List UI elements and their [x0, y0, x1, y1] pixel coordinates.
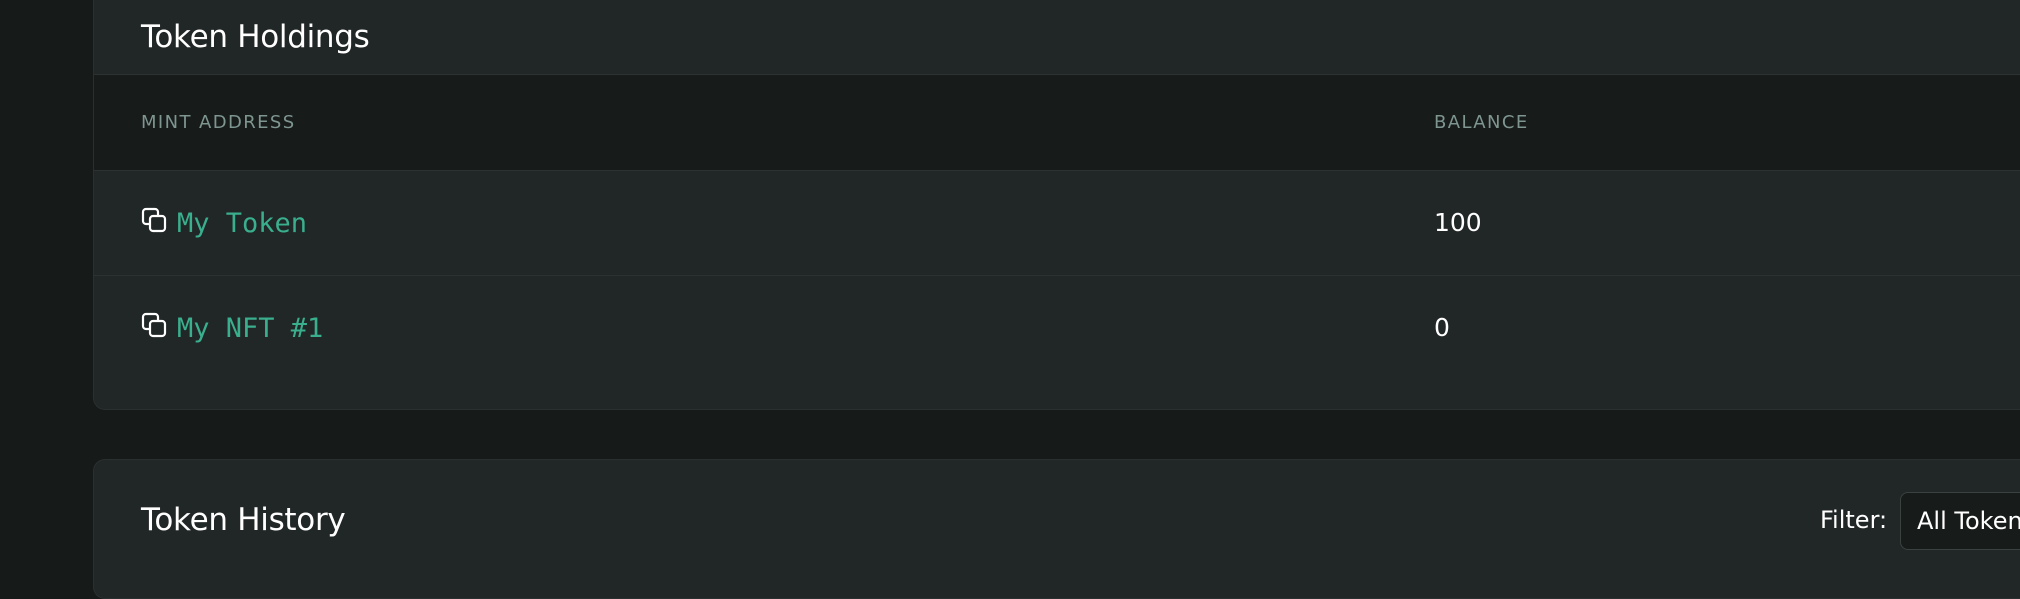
- page: { "holdings": { "title": "Token Holdings…: [0, 0, 2020, 599]
- token-filter-select[interactable]: All Tokens: [1900, 492, 2020, 550]
- column-header-balance: BALANCE: [1434, 112, 1529, 133]
- copy-icon[interactable]: [141, 311, 169, 341]
- copy-icon[interactable]: [141, 206, 169, 236]
- token-history-header: Token History Filter: All Tokens: [94, 460, 2020, 580]
- holdings-table-header: MINT ADDRESS BALANCE: [94, 75, 2020, 171]
- balance-value: 0: [1434, 313, 1450, 342]
- mint-address-link[interactable]: My NFT #1: [177, 313, 323, 344]
- table-row: My NFT #1 0: [94, 276, 2020, 380]
- balance-value: 100: [1434, 208, 1482, 237]
- filter-label: Filter:: [1820, 506, 1888, 534]
- mint-address-cell: My Token: [141, 171, 307, 275]
- token-holdings-title: Token Holdings: [141, 19, 370, 55]
- mint-address-link[interactable]: My Token: [177, 208, 307, 239]
- token-holdings-card: Token Holdings MINT ADDRESS BALANCE My T…: [93, 0, 2020, 410]
- column-header-mint-address: MINT ADDRESS: [141, 112, 296, 133]
- token-holdings-header: Token Holdings: [94, 1, 2020, 75]
- table-row: My Token 100: [94, 171, 2020, 276]
- token-history-card: Token History Filter: All Tokens: [93, 459, 2020, 599]
- mint-address-cell: My NFT #1: [141, 276, 323, 380]
- token-history-title: Token History: [141, 502, 346, 538]
